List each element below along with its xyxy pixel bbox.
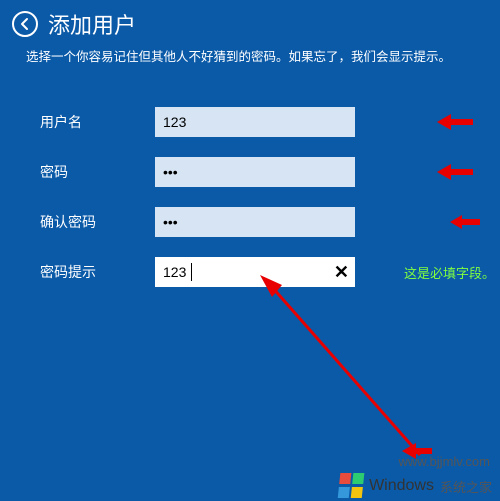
- back-button[interactable]: [12, 11, 38, 37]
- password-input[interactable]: [155, 157, 355, 187]
- label-username: 用户名: [40, 112, 155, 132]
- brand-name: Windows: [369, 477, 434, 495]
- label-hint: 密码提示: [40, 262, 155, 282]
- clear-icon[interactable]: ✕: [334, 263, 349, 281]
- row-username: 用户名: [40, 107, 500, 137]
- confirm-password-input[interactable]: [155, 207, 355, 237]
- username-input[interactable]: [155, 107, 355, 137]
- annotation-arrow-icon: [435, 111, 475, 133]
- brand-suffix: 系统之家: [440, 477, 492, 496]
- label-password: 密码: [40, 162, 155, 182]
- annotation-arrow-diagonal-icon: [260, 275, 440, 475]
- brand-logo: Windows 系统之家: [339, 473, 492, 499]
- text-cursor: [191, 263, 192, 281]
- add-user-form: 用户名 密码 确认密码 密码提示 ✕ 这是必填字段。: [0, 107, 500, 287]
- arrow-left-icon: [18, 17, 32, 31]
- row-password: 密码: [40, 157, 500, 187]
- annotation-arrow-icon: [448, 213, 482, 231]
- label-confirm: 确认密码: [40, 212, 155, 232]
- row-confirm: 确认密码: [40, 207, 500, 237]
- annotation-arrow-icon: [435, 161, 475, 183]
- password-hint-input[interactable]: [155, 257, 355, 287]
- required-message: 这是必填字段。: [404, 263, 495, 282]
- watermark-text: www.bjjmlv.com: [399, 454, 491, 469]
- page-title: 添加用户: [48, 8, 136, 40]
- page-subtitle: 选择一个你容易记住但其他人不好猜到的密码。如果忘了，我们会显示提示。: [0, 42, 500, 65]
- windows-icon: [338, 473, 367, 499]
- row-hint: 密码提示 ✕ 这是必填字段。: [40, 257, 500, 287]
